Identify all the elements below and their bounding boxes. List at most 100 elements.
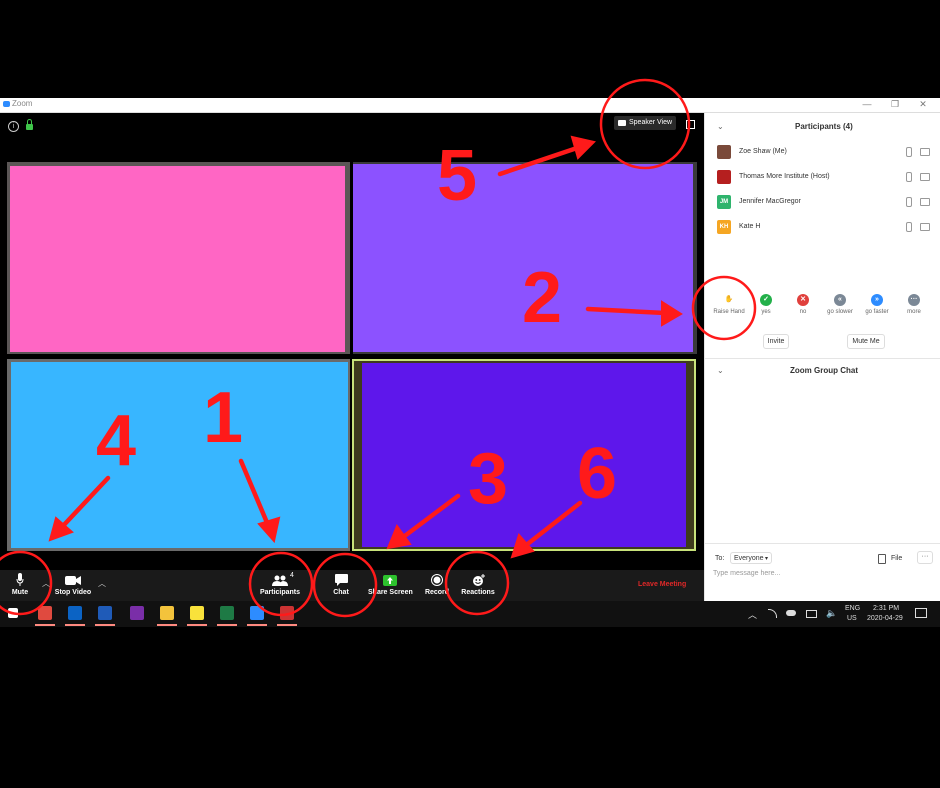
video-tile-3-feed — [11, 362, 348, 548]
audio-options-chevron-icon[interactable]: ︿ — [42, 578, 50, 589]
clock-time[interactable]: 2:31 PM — [873, 605, 899, 612]
maximize-button[interactable]: ❐ — [886, 98, 904, 111]
feedback-no-button[interactable]: ✕ no — [785, 294, 821, 315]
video-tile-4-active-speaker[interactable] — [352, 359, 696, 551]
participants-count: 4 — [290, 572, 294, 579]
window-title-bar: Zoom — ❐ ✕ — [0, 98, 940, 113]
invite-button[interactable]: Invite — [763, 334, 789, 349]
feedback-label: yes — [761, 309, 771, 315]
participant-microphone-icon[interactable] — [906, 172, 912, 182]
network-icon[interactable] — [768, 609, 777, 618]
clock-date[interactable]: 2020-04-29 — [867, 615, 903, 622]
lock-icon[interactable] — [26, 124, 33, 130]
fullscreen-icon[interactable] — [686, 120, 695, 129]
check-icon: ✓ — [760, 294, 772, 306]
chat-panel-title: Zoom Group Chat — [790, 366, 858, 375]
battery-icon[interactable] — [806, 610, 817, 618]
language-code[interactable]: ENG — [845, 605, 860, 612]
file-button[interactable]: File — [891, 555, 902, 562]
feedback-label: Raise Hand — [713, 309, 745, 315]
feedback-yes-button[interactable]: ✓ yes — [748, 294, 784, 315]
running-app-indicator — [157, 624, 177, 626]
annotation-number-6: 6 — [577, 434, 618, 514]
collapse-chat-chevron-icon[interactable]: ⌄ — [717, 366, 724, 375]
feedback-raise-hand-button[interactable]: ✋ Raise Hand — [711, 294, 747, 315]
feedback-more-button[interactable]: ··· more — [896, 294, 932, 315]
feedback-go-faster-button[interactable]: » go faster — [859, 294, 895, 315]
video-options-chevron-icon[interactable]: ︿ — [98, 578, 106, 589]
feedback-go-slower-button[interactable]: « go slower — [822, 294, 858, 315]
annotation-number-5: 5 — [437, 136, 478, 216]
speaker-view-label: Speaker View — [629, 119, 673, 126]
collapse-participants-chevron-icon[interactable]: ⌄ — [717, 122, 724, 131]
onenote-icon[interactable] — [130, 606, 144, 620]
participant-microphone-icon[interactable] — [906, 222, 912, 232]
chat-label: Chat — [333, 589, 349, 596]
minimize-button[interactable]: — — [858, 98, 876, 111]
keyboard-region[interactable]: US — [847, 615, 857, 622]
running-app-indicator — [187, 624, 207, 626]
annotation-number-4: 4 — [96, 401, 137, 481]
running-app-indicator — [95, 624, 115, 626]
divider — [705, 543, 940, 544]
video-tile-3[interactable] — [7, 359, 350, 551]
participant-row[interactable]: Zoe Shaw (Me) — [715, 145, 935, 163]
speaker-view-button[interactable]: Speaker View — [614, 116, 676, 130]
tray-overflow-chevron-icon[interactable]: ︿ — [748, 608, 757, 621]
grid-icon — [618, 120, 626, 126]
participant-video-camera-icon[interactable] — [920, 173, 930, 181]
chat-to-label: To: — [715, 555, 725, 562]
app-icon[interactable] — [280, 606, 294, 620]
file-icon[interactable] — [878, 554, 886, 564]
video-tile-1[interactable] — [7, 162, 350, 354]
leave-meeting-button[interactable]: Leave Meeting — [638, 581, 686, 588]
zoom-icon[interactable] — [250, 606, 264, 620]
participants-button[interactable]: 4 Participants — [258, 570, 302, 601]
chat-button[interactable]: Chat — [330, 570, 352, 601]
chat-recipient-dropdown[interactable]: Everyone ▾ — [730, 552, 772, 564]
participant-avatar — [717, 170, 731, 184]
fast-forward-icon: » — [871, 294, 883, 306]
meeting-toolbar: Mute ︿ Stop Video ︿ 4 Participants Chat … — [0, 570, 704, 601]
close-window-button[interactable]: ✕ — [914, 98, 932, 111]
word-icon[interactable] — [98, 606, 112, 620]
running-app-indicator — [277, 624, 297, 626]
chrome-icon[interactable] — [38, 606, 52, 620]
reactions-button[interactable]: Reactions — [460, 570, 496, 601]
share-screen-button[interactable]: Share Screen — [368, 570, 413, 601]
share-screen-icon — [368, 573, 412, 586]
excel-icon[interactable] — [220, 606, 234, 620]
video-camera-icon — [52, 573, 94, 586]
notifications-icon[interactable] — [915, 608, 927, 618]
feedback-label: go faster — [865, 309, 889, 315]
participant-video-camera-icon[interactable] — [920, 223, 930, 231]
running-app-indicator — [217, 624, 237, 626]
participant-video-camera-icon[interactable] — [920, 198, 930, 206]
windows-icon[interactable] — [8, 608, 18, 618]
feedback-label: more — [907, 309, 921, 315]
info-icon[interactable]: i — [8, 121, 19, 132]
x-icon: ✕ — [797, 294, 809, 306]
volume-icon[interactable]: 🔈 — [826, 608, 837, 619]
participant-microphone-icon[interactable] — [906, 197, 912, 207]
participant-avatar: JM — [717, 195, 731, 209]
mute-me-button[interactable]: Mute Me — [847, 334, 885, 349]
sticky-notes-icon[interactable] — [190, 606, 204, 620]
raise-hand-icon: ✋ — [724, 296, 734, 303]
participant-row[interactable]: Thomas More Institute (Host) — [715, 170, 935, 188]
record-button[interactable]: Record — [424, 570, 450, 601]
outlook-icon[interactable] — [68, 606, 82, 620]
file-explorer-icon[interactable] — [160, 606, 174, 620]
participant-name: Kate H — [739, 223, 761, 230]
participant-microphone-icon[interactable] — [906, 147, 912, 157]
stop-video-button[interactable]: Stop Video — [52, 570, 94, 601]
chat-message-input[interactable]: Type message here... — [713, 570, 935, 584]
chat-more-button[interactable]: ··· — [917, 551, 933, 564]
mute-button[interactable]: Mute — [6, 570, 34, 601]
participant-row[interactable]: JM Jennifer MacGregor — [715, 195, 935, 213]
participant-video-camera-icon[interactable] — [920, 148, 930, 156]
side-panel: ⌄ Participants (4) Zoe Shaw (Me) Thomas M… — [704, 113, 940, 601]
lock-shackle — [27, 119, 32, 124]
participant-row[interactable]: KH Kate H — [715, 220, 935, 238]
onedrive-icon[interactable] — [786, 610, 796, 616]
